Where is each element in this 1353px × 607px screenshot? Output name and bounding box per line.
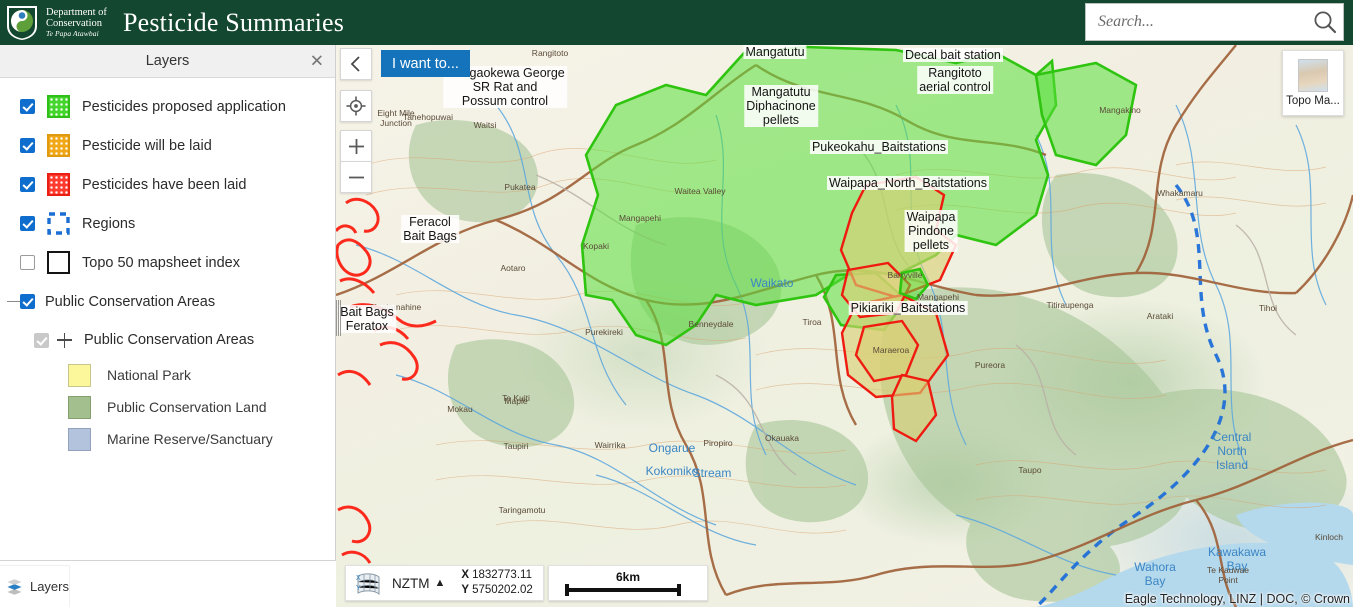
doc-wordmark: Department of Conservation Te Papa Atawb…: [46, 6, 107, 38]
layers-panel: Layers ✕ Pesticides proposed application…: [0, 45, 336, 607]
x-value: 1832773.11: [472, 569, 532, 582]
layers-toggle-button[interactable]: Layers: [0, 566, 69, 607]
layer-item-pesticides-have-been-laid[interactable]: Pesticides have been laid: [0, 165, 335, 204]
basemap-label: Topo Ma...: [1286, 95, 1340, 107]
legend-swatch-regions-dashed: [47, 212, 70, 235]
zoom-in-button[interactable]: [340, 130, 372, 161]
coordinate-widget[interactable]: X Y NZTM ▲ X 1832773.11 Y 5750202.02: [345, 565, 544, 601]
layer-group-checkbox[interactable]: [20, 294, 35, 309]
legend-swatch-green-dotted: [47, 95, 70, 118]
doc-shield-logo: [7, 5, 37, 40]
zoom-out-button[interactable]: [340, 161, 372, 193]
layers-toggle-label: Layers: [29, 579, 69, 594]
scale-bar-line: [565, 584, 681, 596]
layer-label: Regions: [82, 215, 136, 232]
close-icon[interactable]: ✕: [310, 53, 324, 70]
map-scrollbar[interactable]: [336, 300, 342, 336]
sublayer-label: Public Conservation Areas: [84, 332, 255, 348]
y-label: Y: [461, 584, 470, 596]
layer-list: Pesticides proposed application Pesticid…: [0, 78, 335, 455]
legend-label: Public Conservation Land: [107, 399, 267, 415]
layer-checkbox[interactable]: [20, 255, 35, 270]
search-input[interactable]: [1086, 4, 1306, 40]
coordinate-system-label: NZTM: [392, 575, 430, 591]
i-want-to-button[interactable]: I want to...: [381, 50, 470, 77]
legend-swatch-orange-dotted: [47, 134, 70, 157]
application-window: Department of Conservation Te Papa Atawb…: [0, 0, 1353, 607]
legend-label: Marine Reserve/Sanctuary: [107, 431, 273, 447]
search-box[interactable]: [1085, 3, 1344, 41]
layer-group-label: Public Conservation Areas: [45, 293, 216, 310]
pesticide-polygon-green-east: [1034, 61, 1138, 167]
layers-panel-header: Layers ✕: [0, 45, 335, 78]
layer-item-regions[interactable]: Regions: [0, 204, 335, 243]
minus-icon: [348, 176, 364, 178]
doc-logo-block[interactable]: Department of Conservation Te Papa Atawb…: [0, 0, 107, 45]
org-line-1: Department of: [46, 6, 107, 18]
legend-swatch-national-park: [68, 363, 91, 387]
layer-label: Topo 50 mapsheet index: [82, 254, 240, 271]
chevron-left-icon: [350, 56, 360, 72]
basemap-gallery-button[interactable]: Topo Ma...: [1282, 50, 1344, 116]
coordinate-system-selector[interactable]: NZTM ▲: [386, 576, 449, 591]
layer-item-pesticide-will-be-laid[interactable]: Pesticide will be laid: [0, 126, 335, 165]
legend-label: National Park: [107, 367, 192, 383]
layer-label: Pesticides have been laid: [82, 176, 247, 193]
svg-text:X: X: [356, 575, 361, 582]
caret-up-icon: ▲: [434, 577, 446, 589]
page-title: Pesticide Summaries: [122, 7, 345, 37]
scale-bar-widget: 6km: [548, 565, 708, 601]
scale-bar-label: 6km: [615, 570, 641, 584]
layer-label: Pesticides proposed application: [82, 98, 286, 115]
layer-label: Pesticide will be laid: [82, 137, 212, 154]
legend-swatch-marine-reserve: [68, 427, 91, 451]
plus-icon[interactable]: [57, 332, 72, 348]
layer-checkbox[interactable]: [20, 99, 35, 114]
org-line-3: Te Papa Atawbai: [46, 28, 99, 38]
locate-crosshair-icon: [346, 96, 366, 116]
svg-text:Y: Y: [356, 585, 361, 592]
sublayer-checkbox[interactable]: [34, 332, 49, 348]
search-icon: [1314, 11, 1336, 34]
layer-checkbox[interactable]: [20, 138, 35, 153]
layer-sublayer-public-conservation-areas[interactable]: Public Conservation Areas: [0, 321, 335, 359]
legend-item-marine-reserve-sanctuary: Marine Reserve/Sanctuary: [0, 423, 335, 455]
map-attribution: Eagle Technology, LINZ | DOC, © Crown: [1124, 592, 1350, 606]
legend-swatch-red-dotted: [47, 173, 70, 196]
legend-swatch-public-conservation-land: [68, 395, 91, 419]
search-button[interactable]: [1306, 4, 1343, 40]
y-value: 5750202.02: [472, 584, 533, 596]
legend-item-public-conservation-land: Public Conservation Land: [0, 391, 335, 423]
legend-swatch-black-outline: [47, 251, 70, 274]
coordinate-values: X 1832773.11 Y 5750202.02: [449, 568, 542, 598]
coordinate-grid-icon: X Y: [356, 573, 380, 596]
map-view[interactable]: Rangitoto Mangakino Whakamaru Tanehopuwai Wa…: [336, 45, 1353, 607]
minus-icon[interactable]: [7, 301, 20, 302]
locate-button[interactable]: [340, 90, 372, 122]
layer-item-pesticides-proposed-application[interactable]: Pesticides proposed application: [0, 87, 335, 126]
layers-panel-title: Layers: [145, 53, 190, 69]
collapse-panel-button[interactable]: [340, 48, 372, 80]
layer-checkbox[interactable]: [20, 177, 35, 192]
layer-checkbox[interactable]: [20, 216, 35, 231]
map-cartography: [336, 45, 1353, 607]
x-label: X: [461, 569, 470, 582]
basemap-thumbnail: [1298, 59, 1328, 92]
legend-item-national-park: National Park: [0, 359, 335, 391]
plus-icon: [348, 138, 364, 154]
org-line-2: Conservation: [46, 17, 102, 29]
layer-group-public-conservation-areas[interactable]: Public Conservation Areas: [0, 282, 335, 321]
app-header: Department of Conservation Te Papa Atawb…: [0, 0, 1353, 45]
layers-stack-icon: [7, 578, 22, 595]
layer-item-topo-50-mapsheet-index[interactable]: Topo 50 mapsheet index: [0, 243, 335, 282]
